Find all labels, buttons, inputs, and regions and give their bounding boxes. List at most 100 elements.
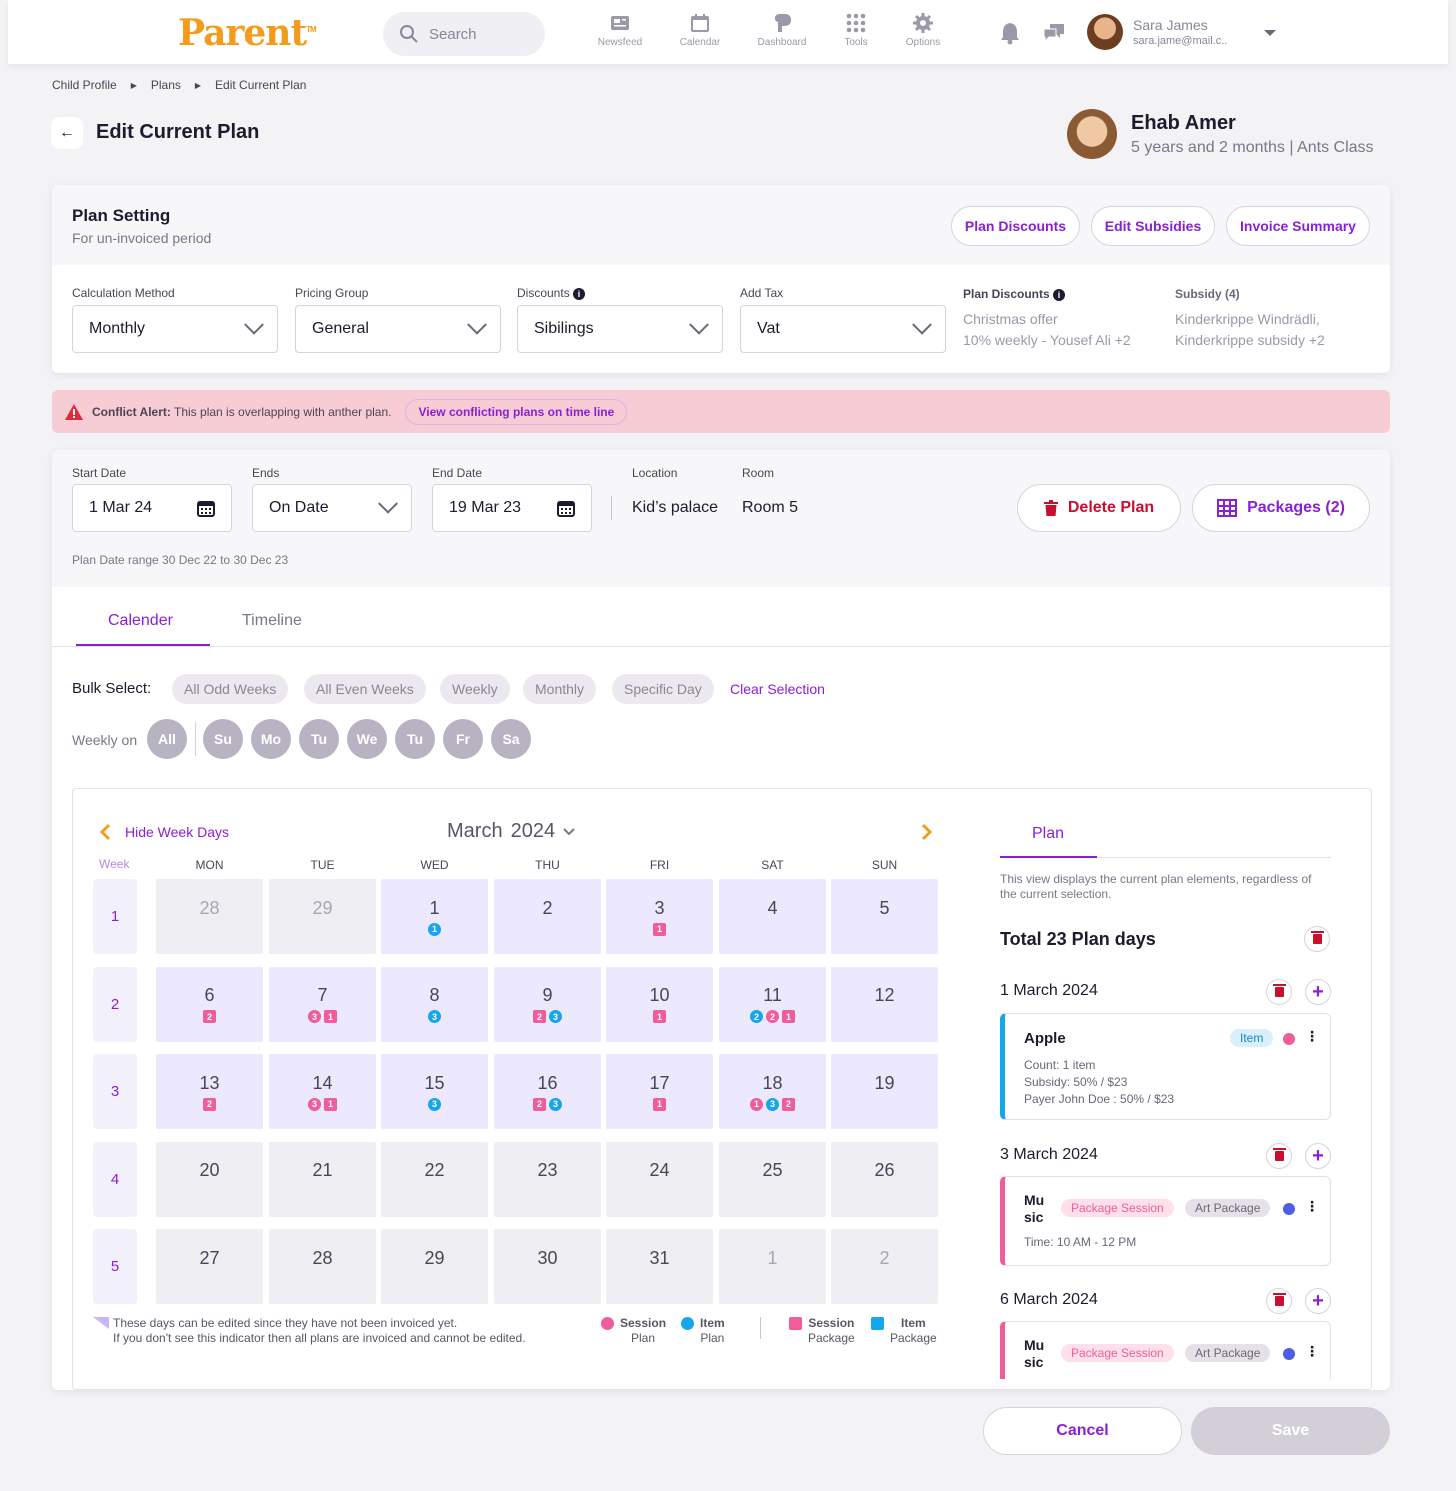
calendar-day-cell[interactable]: 19 (831, 1054, 938, 1129)
plan-entry-card[interactable]: Mu sic Package Session Art Package ⋮ (1000, 1321, 1331, 1379)
chip-specific-day[interactable]: Specific Day (612, 674, 714, 704)
nav-tools[interactable]: Tools (826, 12, 886, 48)
chip-monthly[interactable]: Monthly (523, 674, 597, 704)
discounts-select[interactable]: Sibilings (517, 305, 723, 353)
calendar-day-cell[interactable]: 83 (381, 966, 488, 1042)
calendar-day-cell[interactable]: 27 (156, 1229, 263, 1304)
chevron-right-icon[interactable] (921, 823, 933, 841)
month-selector[interactable]: March 2024 (447, 820, 575, 843)
calendar-day-cell[interactable]: 17 1 (606, 1054, 713, 1129)
calendar-day-cell[interactable]: 21 (269, 1141, 376, 1217)
calendar-day-cell[interactable]: 18 1 3 2 (719, 1054, 826, 1129)
back-button[interactable]: ← (51, 117, 83, 149)
plan-entry-card[interactable]: Apple Item ⋮ Count: 1 item Subsidy: 50% … (1000, 1013, 1331, 1120)
chevron-left-icon[interactable] (99, 823, 111, 841)
calendar-day-cell[interactable]: 30 (494, 1229, 601, 1304)
breadcrumb-plans[interactable]: Plans (151, 78, 181, 92)
calendar-day-cell[interactable]: 24 (606, 1141, 713, 1217)
add-entry-button[interactable]: + (1305, 979, 1331, 1005)
nav-dashboard[interactable]: Dashboard (752, 12, 812, 48)
weekday-toggle[interactable]: All (147, 719, 187, 759)
calendar-day-cell[interactable]: 28 (156, 879, 263, 954)
calendar-day-cell[interactable]: 11 2 2 1 (719, 966, 826, 1042)
end-date-field[interactable]: 19 Mar 23 (432, 484, 592, 532)
invoice-summary-button[interactable]: Invoice Summary (1226, 206, 1370, 246)
calendar-day-cell[interactable]: 1 (719, 1229, 826, 1304)
calendar-day-cell[interactable]: 31 (606, 879, 713, 954)
nav-newsfeed[interactable]: Newsfeed (590, 12, 650, 48)
week-number[interactable]: 4 (93, 1141, 137, 1217)
more-options-icon[interactable]: ⋮ (1305, 1028, 1319, 1045)
week-number[interactable]: 3 (93, 1054, 137, 1129)
delete-all-button[interactable] (1304, 926, 1330, 952)
chip-weekly[interactable]: Weekly (440, 674, 510, 704)
ends-select[interactable]: On Date (252, 484, 412, 532)
nav-options[interactable]: Options (893, 12, 953, 48)
calendar-day-cell[interactable]: 9 23 (494, 966, 601, 1042)
bell-icon[interactable] (999, 21, 1021, 45)
calendar-day-cell[interactable]: 15 3 (381, 1054, 488, 1129)
weekday-toggle[interactable]: We (347, 719, 387, 759)
calendar-day-cell[interactable]: 2 (494, 879, 601, 954)
delete-plan-button[interactable]: Delete Plan (1017, 484, 1181, 532)
tab-timeline[interactable]: Timeline (242, 612, 302, 630)
calendar-day-cell[interactable]: 29 (269, 879, 376, 954)
hide-week-days-link[interactable]: Hide Week Days (125, 824, 229, 840)
chevron-down-icon[interactable] (1263, 29, 1277, 37)
info-icon[interactable]: i (573, 287, 586, 300)
add-tax-select[interactable]: Vat (740, 305, 946, 353)
plan-discounts-button[interactable]: Plan Discounts (951, 206, 1080, 246)
calendar-day-cell[interactable]: 16 2 3 (494, 1054, 601, 1129)
chip-all-odd-weeks[interactable]: All Odd Weeks (172, 674, 289, 704)
calendar-day-cell[interactable]: 31 (606, 1229, 713, 1304)
packages-button[interactable]: Packages (2) (1192, 484, 1370, 532)
calendar-day-cell[interactable]: 20 (156, 1141, 263, 1217)
delete-entry-button[interactable] (1266, 1143, 1292, 1169)
more-options-icon[interactable]: ⋮ (1305, 1198, 1319, 1215)
more-options-icon[interactable]: ⋮ (1305, 1343, 1319, 1360)
weekday-toggle[interactable]: Fr (443, 719, 483, 759)
weekday-toggle[interactable]: Su (203, 719, 243, 759)
cancel-button[interactable]: Cancel (983, 1407, 1182, 1455)
chip-all-even-weeks[interactable]: All Even Weeks (304, 674, 426, 704)
add-entry-button[interactable]: + (1305, 1143, 1331, 1169)
calendar-day-cell[interactable]: 25 (719, 1141, 826, 1217)
user-menu[interactable]: Sara James sara.jame@mail.c.. (1087, 14, 1227, 50)
plan-entry-card[interactable]: Mu sic Package Session Art Package ⋮ Tim… (1000, 1176, 1331, 1266)
calendar-day-cell[interactable]: 22 (381, 1141, 488, 1217)
brand-logo[interactable]: ParentTM (178, 12, 317, 54)
pricing-group-select[interactable]: General (295, 305, 501, 353)
info-icon[interactable]: i (1053, 288, 1066, 301)
edit-subsidies-button[interactable]: Edit Subsidies (1091, 206, 1215, 246)
weekday-toggle[interactable]: Tu (299, 719, 339, 759)
week-number[interactable]: 5 (93, 1229, 137, 1304)
weekday-toggle[interactable]: Sa (491, 719, 531, 759)
delete-entry-button[interactable] (1266, 979, 1292, 1005)
week-number[interactable]: 2 (93, 966, 137, 1042)
calendar-day-cell[interactable]: 14 3 1 (269, 1054, 376, 1129)
start-date-field[interactable]: 1 Mar 24 (72, 484, 232, 532)
week-number[interactable]: 1 (93, 879, 137, 954)
search-input[interactable]: Search (383, 12, 545, 56)
calendar-day-cell[interactable]: 26 (831, 1141, 938, 1217)
calendar-day-cell[interactable]: 62 (156, 966, 263, 1042)
calendar-day-cell[interactable]: 2 (831, 1229, 938, 1304)
weekday-toggle[interactable]: Mo (251, 719, 291, 759)
chat-icon[interactable] (1042, 22, 1066, 44)
calendar-day-cell[interactable]: 12 (831, 966, 938, 1042)
calendar-day-cell[interactable]: 7 31 (269, 966, 376, 1042)
calendar-day-cell[interactable]: 28 (269, 1229, 376, 1304)
clear-selection-link[interactable]: Clear Selection (730, 681, 825, 697)
breadcrumb-child-profile[interactable]: Child Profile (52, 78, 117, 92)
view-conflicts-link[interactable]: View conflicting plans on time line (405, 398, 628, 425)
calendar-day-cell[interactable]: 11 (381, 879, 488, 954)
calendar-day-cell[interactable]: 4 (719, 879, 826, 954)
tab-plan[interactable]: Plan (1032, 825, 1064, 843)
calendar-day-cell[interactable]: 29 (381, 1229, 488, 1304)
save-button[interactable]: Save (1191, 1407, 1390, 1455)
calendar-day-cell[interactable]: 10 1 (606, 966, 713, 1042)
calendar-day-cell[interactable]: 13 2 (156, 1054, 263, 1129)
tab-calender[interactable]: Calender (108, 612, 173, 630)
calendar-day-cell[interactable]: 5 (831, 879, 938, 954)
add-entry-button[interactable]: + (1305, 1288, 1331, 1314)
